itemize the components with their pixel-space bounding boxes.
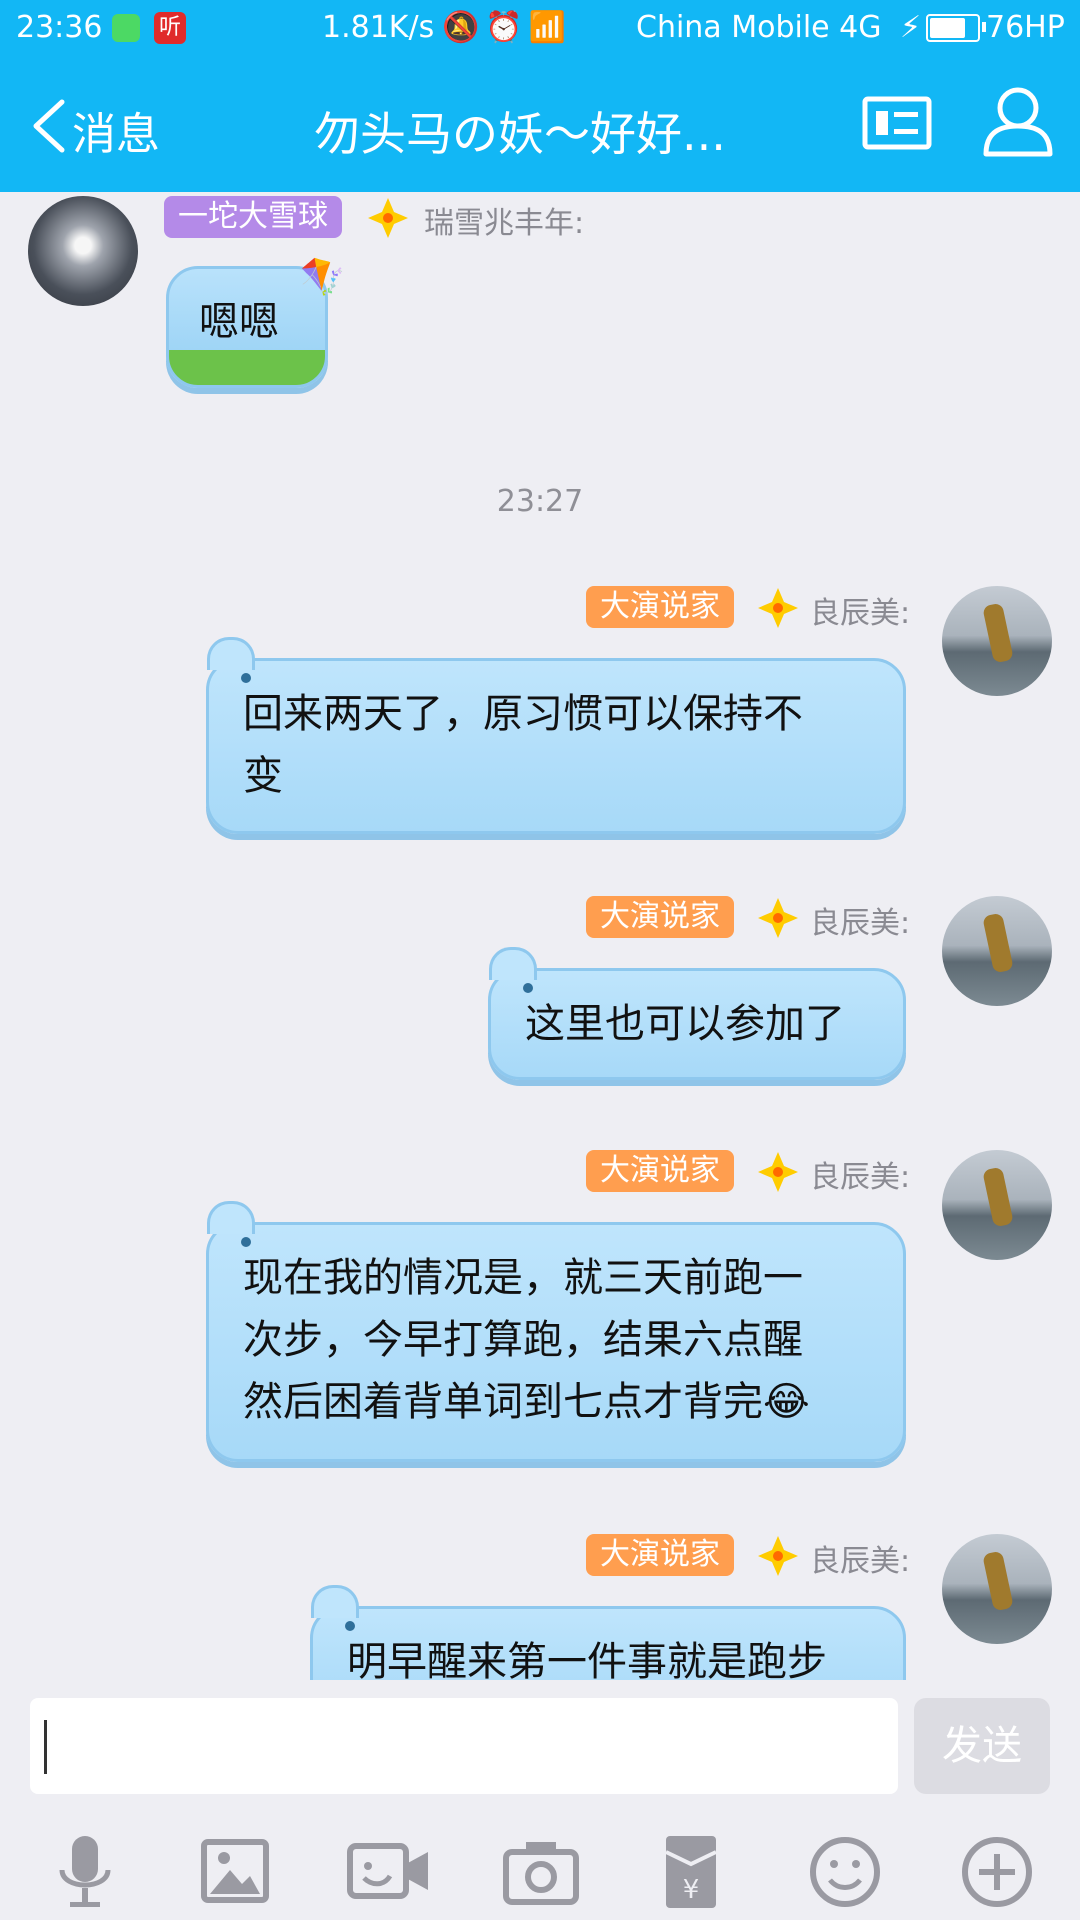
avatar[interactable] [942, 1150, 1052, 1260]
red-packet-icon[interactable]: ¥ [646, 1832, 736, 1912]
message-text: 明早醒来第一件事就是跑步 [347, 1639, 827, 1680]
sender-name: 良辰美: [810, 1160, 911, 1195]
member-title-tag: 大演说家 [586, 896, 734, 938]
video-call-icon[interactable] [344, 1832, 434, 1912]
member-title-tag: 大演说家 [586, 1534, 734, 1576]
kite-decoration-icon: 🪁 [300, 257, 345, 298]
member-title-tag: 大演说家 [586, 1150, 734, 1192]
wifi-icon: 📶 [528, 10, 573, 45]
level-diamond-icon [758, 588, 798, 628]
level-diamond-icon [758, 1152, 798, 1192]
message-bubble[interactable]: 嗯嗯 🪁 [166, 257, 345, 388]
avatar[interactable] [942, 1534, 1052, 1644]
alarm-icon: ⏰ [485, 10, 529, 45]
plus-icon[interactable] [952, 1832, 1042, 1912]
battery-icon [926, 14, 986, 42]
emoji-icon[interactable] [800, 1832, 890, 1912]
member-title-tag: 大演说家 [586, 586, 734, 628]
microphone-icon[interactable] [40, 1832, 130, 1912]
message-bubble[interactable]: 回来两天了，原习惯可以保持不 变 [206, 637, 906, 834]
image-icon[interactable] [190, 1832, 280, 1912]
sender-name: 良辰美: [810, 906, 911, 941]
status-icons: 🔕⏰📶 [442, 10, 572, 45]
level-diamond-icon [758, 898, 798, 938]
message-text-line: 现在我的情况是，就三天前跑一 [243, 1255, 803, 1301]
sender-name: 良辰美: [810, 1544, 911, 1579]
battery-text: 76HP [986, 10, 1065, 45]
timestamp: 23:27 [496, 484, 584, 519]
profile-card-icon[interactable] [862, 96, 932, 150]
message-input[interactable] [30, 1698, 898, 1794]
top-bar: 23:36 听 1.81K/s 🔕⏰📶 China Mobile 4G ⚡ 76… [0, 0, 1080, 192]
group-members-icon[interactable] [980, 84, 1060, 158]
level-diamond-icon [758, 1536, 798, 1576]
network-speed: 1.81K/s [322, 10, 435, 45]
chat-area[interactable]: 一坨大雪球 瑞雪兆丰年: 嗯嗯 🪁 23:27 大演说家 良辰美: 回来两天了，… [0, 192, 1080, 1680]
level-diamond-icon [368, 198, 408, 238]
camera-icon[interactable] [496, 1832, 586, 1912]
message-text-line: 回来两天了，原习惯可以保持不 [243, 691, 803, 737]
sender-name: 良辰美: [810, 596, 911, 631]
message-text: 嗯嗯 [199, 299, 279, 345]
input-toolbar: ¥ [0, 1832, 1080, 1912]
message-bubble[interactable]: 现在我的情况是，就三天前跑一 次步，今早打算跑，结果六点醒 然后困着背单词到七点… [206, 1201, 906, 1462]
svg-text:¥: ¥ [683, 1875, 700, 1905]
battery-saver-icon [112, 14, 140, 42]
charging-icon: ⚡ [900, 10, 922, 45]
text-caret [44, 1720, 47, 1774]
nav-bar: 消息 勿头马の妖～好好... [0, 58, 1080, 192]
back-button[interactable]: 消息 [72, 98, 160, 162]
carrier-label: China Mobile 4G [636, 10, 882, 45]
avatar[interactable] [28, 196, 138, 306]
input-bar: 发送 ¥ [0, 1680, 1080, 1920]
message-text-line: 变 [243, 753, 283, 799]
message-text-line: 然后困着背单词到七点才背完😂 [243, 1379, 810, 1425]
status-time: 23:36 [16, 10, 103, 45]
member-title-tag: 一坨大雪球 [164, 196, 342, 238]
avatar[interactable] [942, 896, 1052, 1006]
mute-icon: 🔕 [442, 10, 486, 45]
sender-name: 瑞雪兆丰年: [424, 206, 585, 241]
chat-title[interactable]: 勿头马の妖～好好... [314, 98, 784, 164]
avatar[interactable] [942, 586, 1052, 696]
send-button[interactable]: 发送 [914, 1698, 1050, 1794]
app-notification-icon: 听 [154, 12, 186, 44]
message-text: 这里也可以参加了 [525, 1001, 845, 1047]
message-bubble[interactable]: 明早醒来第一件事就是跑步 [310, 1585, 906, 1680]
message-bubble[interactable]: 这里也可以参加了 [488, 947, 906, 1080]
message-text-line: 次步，今早打算跑，结果六点醒 [243, 1317, 803, 1363]
status-bar: 23:36 听 1.81K/s 🔕⏰📶 China Mobile 4G ⚡ 76… [0, 0, 1080, 58]
